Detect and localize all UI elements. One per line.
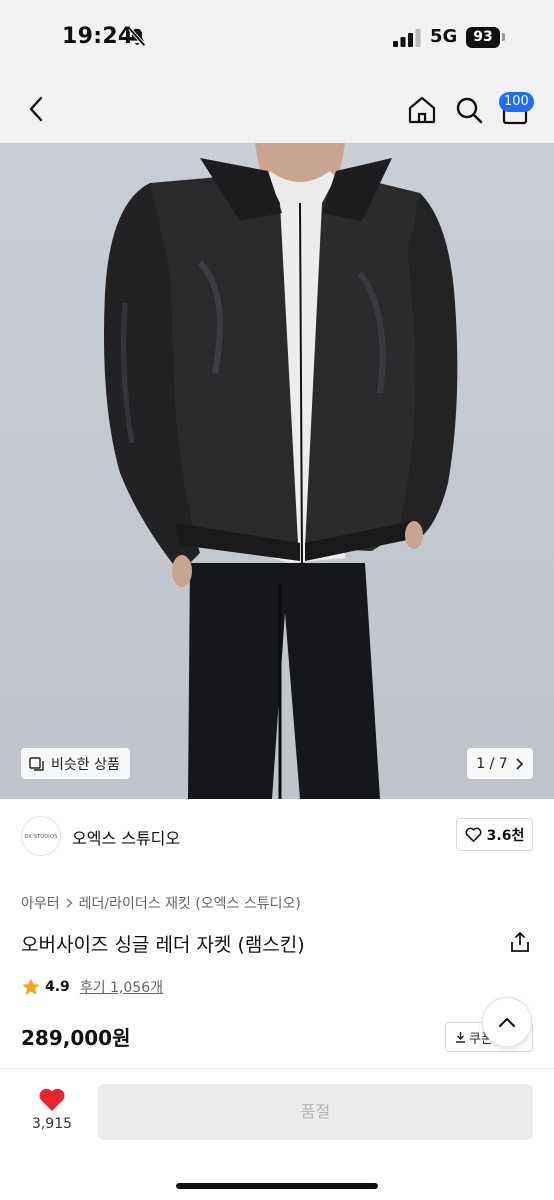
jacket-photo-illustration <box>104 143 458 799</box>
similar-products-icon <box>29 756 44 771</box>
brand-like-count: 3.6천 <box>486 827 525 844</box>
product-image[interactable] <box>0 143 554 799</box>
home-icon[interactable] <box>406 94 438 126</box>
product-like-count: 3,915 <box>31 1116 73 1132</box>
signal-icon <box>393 29 421 47</box>
bell-muted-icon <box>128 27 146 47</box>
breadcrumb-item[interactable]: 아우터 <box>21 893 60 913</box>
brand-logo[interactable]: OX STUDIOS <box>21 816 61 856</box>
breadcrumb: 아우터 레더/라이더스 재킷 (오엑스 스튜디오) <box>21 893 301 913</box>
image-pager[interactable]: 1 / 7 <box>467 748 533 779</box>
similar-products-label: 비슷한 상품 <box>51 756 120 773</box>
brand-name[interactable]: 오엑스 스튜디오 <box>72 825 180 849</box>
sold-out-button[interactable]: 품절 <box>98 1084 533 1140</box>
back-icon[interactable] <box>22 94 52 124</box>
status-time: 19:24 <box>62 24 134 49</box>
share-icon[interactable] <box>509 931 531 953</box>
heart-filled-icon[interactable] <box>38 1087 66 1112</box>
review-link[interactable]: 후기 1,056개 <box>80 977 163 997</box>
heart-outline-icon <box>465 827 482 842</box>
search-icon[interactable] <box>453 94 485 126</box>
download-icon <box>456 1032 465 1043</box>
battery-indicator: 93 <box>466 27 500 48</box>
product-title: 오버사이즈 싱글 레더 자켓 (램스킨) <box>21 934 305 956</box>
chevron-right-icon <box>66 898 73 908</box>
similar-products-button[interactable]: 비슷한 상품 <box>21 748 130 779</box>
status-bar: 19:24 5G 93 <box>0 0 554 72</box>
cart-badge[interactable]: 100 <box>499 92 534 112</box>
brand-row[interactable]: OX STUDIOS 오엑스 스튜디오 3.6천 <box>0 806 554 866</box>
battery-nub <box>502 33 505 41</box>
rating-row: 4.9 후기 1,056개 <box>21 977 163 997</box>
pager-text: 1 / 7 <box>476 755 508 772</box>
chevron-right-icon <box>516 757 523 770</box>
product-price: 289,000원 <box>21 1026 131 1050</box>
scroll-to-top-button[interactable] <box>482 997 532 1047</box>
brand-like-button[interactable]: 3.6천 <box>456 818 533 851</box>
breadcrumb-item[interactable]: 레더/라이더스 재킷 (오엑스 스튜디오) <box>79 893 301 913</box>
rating-value: 4.9 <box>45 979 70 995</box>
home-indicator <box>176 1183 378 1189</box>
star-icon <box>22 978 40 995</box>
chevron-up-icon <box>499 1018 515 1027</box>
nav-bar <box>0 72 554 143</box>
network-label: 5G <box>430 26 458 47</box>
